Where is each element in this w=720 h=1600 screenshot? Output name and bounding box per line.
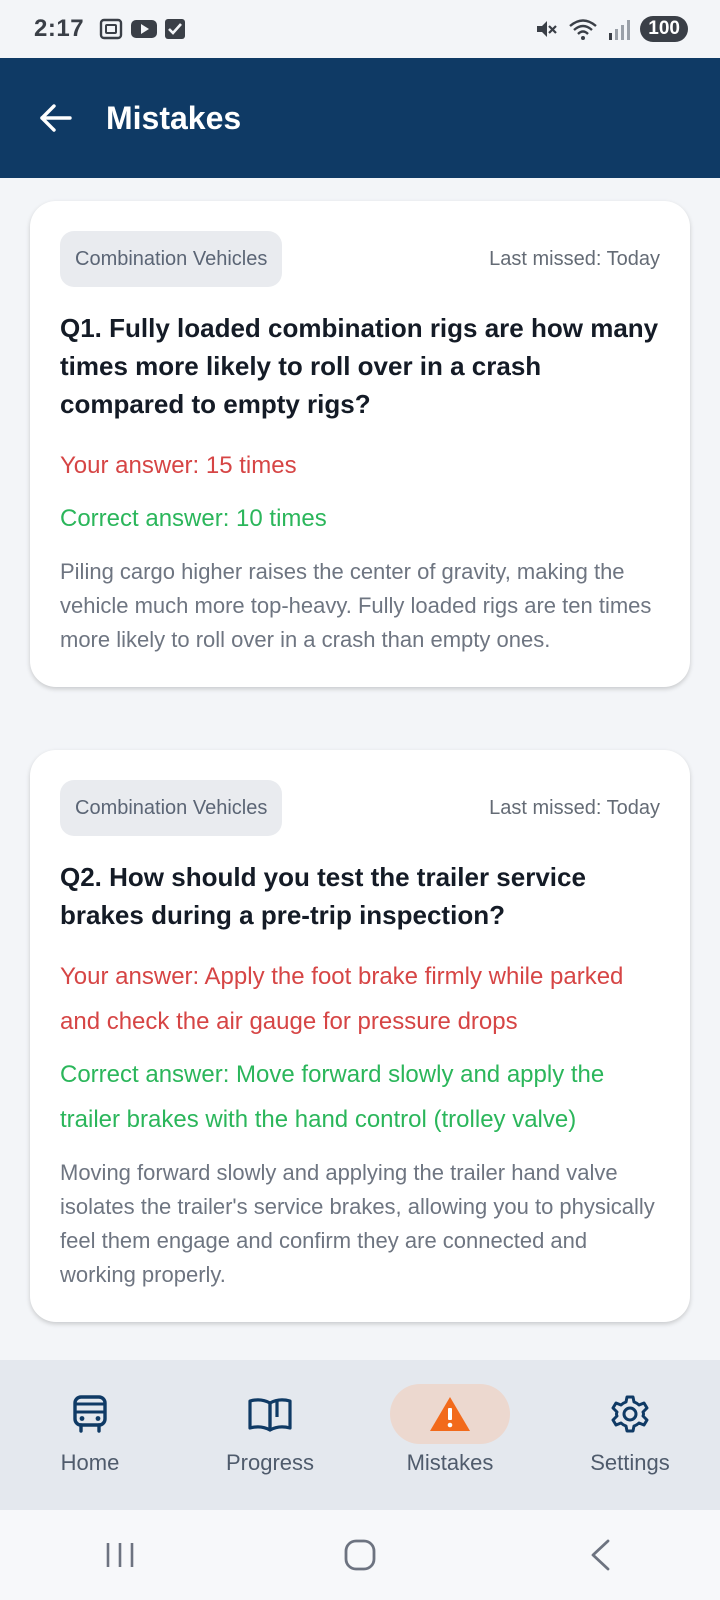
arrow-left-icon <box>40 104 72 132</box>
nav-icon-container <box>210 1384 330 1444</box>
last-missed-label: Last missed: Today <box>489 247 660 270</box>
category-chip: Combination Vehicles <box>60 231 283 287</box>
nav-icon-container <box>30 1384 150 1444</box>
status-system-icons: 100 <box>534 16 688 42</box>
nav-label: Home <box>60 1450 120 1475</box>
warning-icon <box>430 1397 470 1431</box>
your-answer: Your answer: Apply the foot brake firmly… <box>60 963 624 1035</box>
mute-icon <box>537 21 558 37</box>
nav-icon-container <box>570 1384 690 1444</box>
nav-label: Progress <box>225 1450 315 1475</box>
home-button[interactable] <box>320 1525 400 1585</box>
explanation: Piling cargo higher raises the center of… <box>60 559 652 652</box>
mistakes-list: Combination Vehicles Last missed: Today … <box>0 178 720 1360</box>
battery-indicator: 100 <box>640 16 688 42</box>
nav-label: Mistakes <box>406 1450 494 1475</box>
nav-item-home[interactable]: Home <box>10 1384 170 1476</box>
nav-item-progress[interactable]: Progress <box>190 1384 350 1476</box>
system-nav-bar <box>0 1510 720 1600</box>
card-header: Combination Vehicles Last missed: Today <box>60 231 660 287</box>
checkbox-icon <box>165 19 186 39</box>
system-back-button[interactable] <box>560 1525 640 1585</box>
question-text: Q2. How should you test the trailer serv… <box>60 862 586 930</box>
correct-answer: Correct answer: Move forward slowly and … <box>60 1061 605 1133</box>
mistake-card: Combination Vehicles Last missed: Today … <box>30 750 690 1322</box>
recent-apps-icon <box>106 1543 134 1567</box>
status-notification-icons <box>98 17 186 41</box>
nav-item-settings[interactable]: Settings <box>550 1384 710 1476</box>
home-circle-icon <box>344 1539 376 1571</box>
chevron-left-icon <box>591 1539 610 1571</box>
wifi-icon <box>569 19 598 40</box>
bus-icon <box>73 1395 107 1433</box>
correct-answer: Correct answer: 10 times <box>60 505 327 532</box>
status-time: 2:17 <box>34 15 85 42</box>
explanation: Moving forward slowly and applying the t… <box>60 1160 655 1287</box>
question-text: Q1. Fully loaded combination rigs are ho… <box>60 313 659 419</box>
open-book-icon <box>248 1398 292 1432</box>
last-missed-label: Last missed: Today <box>489 796 660 819</box>
your-answer: Your answer: 15 times <box>60 452 297 479</box>
nav-label: Settings <box>590 1450 670 1475</box>
screenshot-icon <box>99 18 123 40</box>
mistake-card: Combination Vehicles Last missed: Today … <box>30 201 690 687</box>
recent-apps-button[interactable] <box>80 1525 160 1585</box>
signal-icon <box>609 20 631 40</box>
nav-icon-container-active <box>390 1384 510 1444</box>
page-title: Mistakes <box>106 99 242 136</box>
bottom-nav: Home Progress Mistakes Settings <box>0 1360 720 1510</box>
status-bar: 2:17 100 <box>0 0 720 58</box>
category-chip: Combination Vehicles <box>60 780 283 836</box>
back-button[interactable] <box>36 98 76 138</box>
youtube-icon <box>131 20 158 38</box>
app-bar: Mistakes <box>0 58 720 178</box>
gear-icon <box>611 1395 649 1433</box>
nav-item-mistakes[interactable]: Mistakes <box>370 1384 530 1476</box>
card-header: Combination Vehicles Last missed: Today <box>60 780 660 836</box>
